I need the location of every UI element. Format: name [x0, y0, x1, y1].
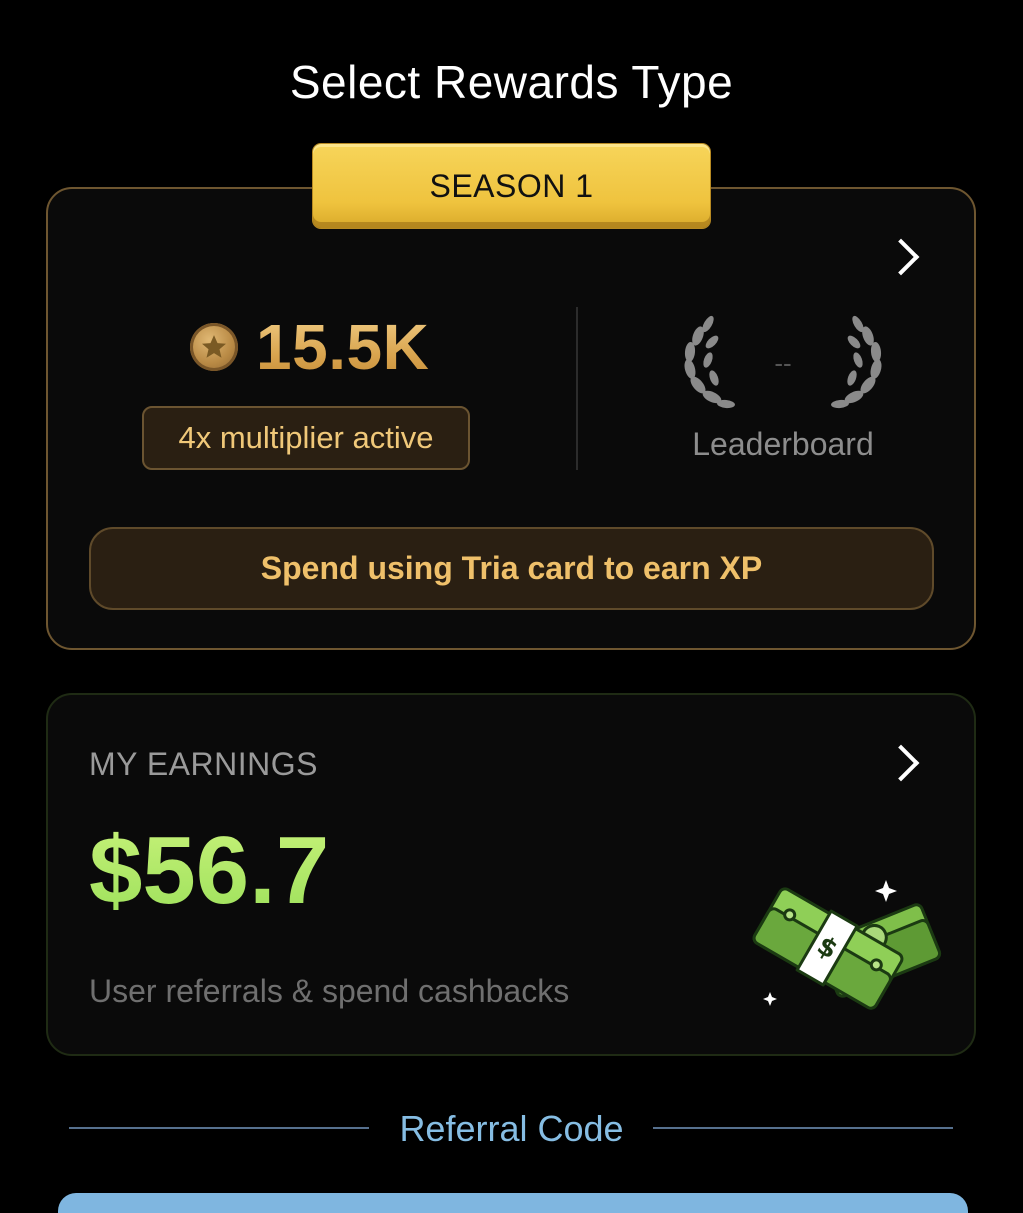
referral-code-label: Referral Code	[399, 1108, 624, 1149]
earnings-subtitle: User referrals & spend cashbacks	[89, 973, 570, 1009]
earnings-title: MY EARNINGS	[89, 746, 318, 782]
xp-balance: 15.5K	[190, 310, 429, 384]
coin-star-icon	[190, 323, 238, 371]
referral-code-box[interactable]	[58, 1193, 968, 1213]
referral-divider-left	[69, 1127, 369, 1129]
leaderboard-rank: --	[774, 348, 792, 378]
xp-value: 15.5K	[256, 311, 430, 383]
page-title: Select Rewards Type	[289, 56, 734, 108]
referral-divider-right	[653, 1127, 953, 1129]
multiplier-badge: 4x multiplier active	[142, 406, 470, 470]
money-stack-icon: $	[752, 880, 942, 1010]
leaderboard-label: Leaderboard	[692, 426, 874, 462]
spend-cta-button[interactable]: Spend using Tria card to earn XP	[89, 527, 934, 610]
season-badge: SEASON 1	[313, 144, 710, 228]
vertical-divider	[576, 307, 578, 470]
earnings-amount: $56.7	[89, 817, 330, 924]
